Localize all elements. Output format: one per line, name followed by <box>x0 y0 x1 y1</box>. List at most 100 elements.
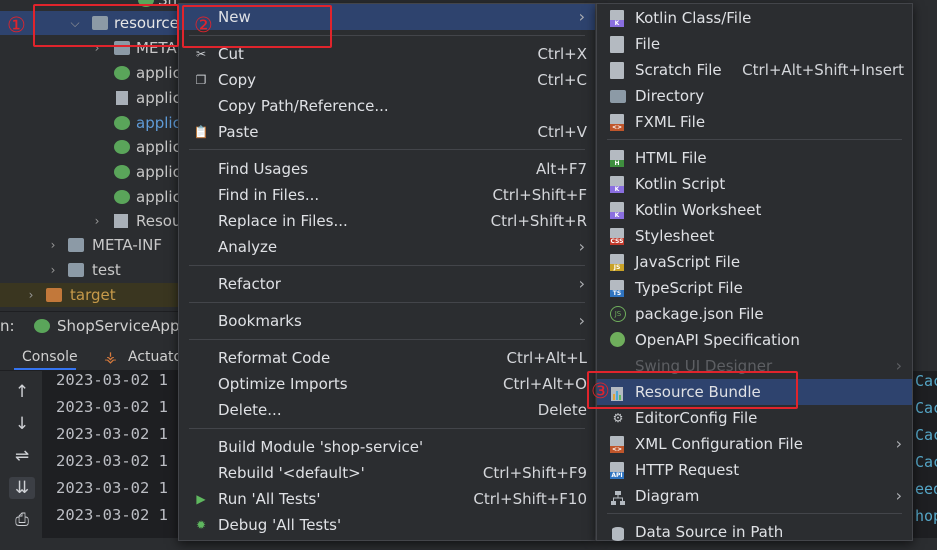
menu-item-rebuild[interactable]: Rebuild '<default>' Ctrl+Shift+F9 <box>179 460 595 486</box>
clipboard-icon: 📋 <box>193 125 209 139</box>
spring-config-icon <box>114 165 130 179</box>
menu-item-replace-in-files[interactable]: Replace in Files... Ctrl+Shift+R <box>179 208 595 234</box>
chevron-right-icon[interactable]: › <box>24 283 38 307</box>
actuator-icon: ⚶ <box>104 348 117 366</box>
menu-item-data-source-in-path[interactable]: Data Source in Path <box>597 519 912 545</box>
soft-wrap-icon[interactable]: ⇌ <box>9 445 35 467</box>
copy-icon: ❐ <box>195 73 207 87</box>
menu-item-kotlin-script[interactable]: K Kotlin Script <box>597 171 912 197</box>
menu-item-copy[interactable]: ❐ Copy Ctrl+C <box>179 67 595 93</box>
menu-item-diagram[interactable]: Diagram › <box>597 483 912 509</box>
menu-item-find-in-files[interactable]: Find in Files... Ctrl+Shift+F <box>179 182 595 208</box>
scroll-up-icon[interactable]: ↑ <box>9 381 35 403</box>
menu-item-html-file[interactable]: H HTML File <box>597 145 912 171</box>
resource-bundle-icon <box>114 214 128 228</box>
http-request-icon: API <box>610 462 624 479</box>
scroll-to-end-icon[interactable]: ⇊ <box>9 477 35 499</box>
scratch-file-icon <box>610 62 624 79</box>
tab-console[interactable]: Console <box>22 344 78 370</box>
tree-row-target[interactable]: › target <box>0 283 180 307</box>
menu-item-paste[interactable]: 📋 Paste Ctrl+V <box>179 119 595 145</box>
kotlin-file-icon: K <box>610 10 624 27</box>
console-fragment: hop <box>915 507 937 525</box>
menu-item-build-module[interactable]: Build Module 'shop-service' <box>179 434 595 460</box>
menu-item-reformat-code[interactable]: Reformat Code Ctrl+Alt+L <box>179 345 595 371</box>
spring-config-icon <box>114 190 130 204</box>
menu-item-http-request[interactable]: API HTTP Request <box>597 457 912 483</box>
menu-separator <box>189 302 585 303</box>
menu-item-kotlin-class-file[interactable]: K Kotlin Class/File <box>597 5 912 31</box>
submenu-arrow-icon: › <box>578 274 585 293</box>
menu-item-find-usages[interactable]: Find Usages Alt+F7 <box>179 156 595 182</box>
tree-row-application-4[interactable]: applic <box>0 135 181 159</box>
chevron-right-icon[interactable]: › <box>46 233 60 257</box>
menu-item-xml-configuration-file[interactable]: <> XML Configuration File › <box>597 431 912 457</box>
menu-item-optimize-imports[interactable]: Optimize Imports Ctrl+Alt+O <box>179 371 595 397</box>
nodejs-icon: JS <box>610 306 626 322</box>
chevron-right-icon[interactable]: › <box>46 258 60 282</box>
menu-item-file[interactable]: File <box>597 31 912 57</box>
menu-item-directory[interactable]: Directory <box>597 83 912 109</box>
menu-item-bookmarks[interactable]: Bookmarks › <box>179 308 595 334</box>
javascript-file-icon: JS <box>610 254 624 271</box>
menu-item-refactor[interactable]: Refactor › <box>179 271 595 297</box>
file-icon <box>116 91 128 105</box>
tree-row-application-5[interactable]: applic <box>0 160 181 184</box>
console-fragment: eedr <box>915 480 937 498</box>
folder-icon <box>68 263 84 277</box>
menu-item-run-all-tests[interactable]: ▶ Run 'All Tests' Ctrl+Shift+F10 <box>179 486 595 512</box>
tree-row-resource-bundle[interactable]: › Resou <box>0 209 182 233</box>
diagram-icon <box>610 488 626 505</box>
console-fragment: Cac <box>915 453 937 471</box>
tree-row-test[interactable]: › test <box>0 258 180 282</box>
tree-row-application-1[interactable]: applic <box>0 61 181 85</box>
folder-icon <box>68 238 84 252</box>
menu-item-fxml-file[interactable]: <> FXML File <box>597 109 912 135</box>
menu-separator <box>607 139 902 140</box>
tab-actuator[interactable]: Actuato <box>128 344 182 370</box>
menu-item-delete[interactable]: Delete... Delete <box>179 397 595 423</box>
menu-item-debug-all-tests[interactable]: ✹ Debug 'All Tests' <box>179 512 595 538</box>
scissors-icon: ✂ <box>195 47 207 61</box>
spring-config-icon <box>114 140 130 154</box>
run-icon: ▶ <box>196 492 206 506</box>
tree-row-application-2[interactable]: applic <box>0 86 181 110</box>
context-menu: New › ✂ Cut Ctrl+X ❐ Copy Ctrl+C Copy Pa… <box>178 3 596 541</box>
menu-item-analyze[interactable]: Analyze › <box>179 234 595 260</box>
spring-config-icon <box>114 66 130 80</box>
menu-item-typescript-file[interactable]: TS TypeScript File <box>597 275 912 301</box>
print-icon[interactable]: ⎙ <box>9 509 35 531</box>
menu-item-copy-path[interactable]: Copy Path/Reference... <box>179 93 595 119</box>
menu-separator <box>189 149 585 150</box>
submenu-arrow-icon: › <box>895 434 902 453</box>
console-line: 2023-03-02 1 <box>56 452 168 470</box>
menu-item-package-json-file[interactable]: JS package.json File <box>597 301 912 327</box>
submenu-arrow-icon: › <box>578 311 585 330</box>
tree-row-application-3[interactable]: applic <box>0 111 181 135</box>
run-config-tab[interactable]: ShopServiceAppl <box>57 312 184 340</box>
menu-separator <box>189 339 585 340</box>
menu-separator <box>607 513 902 514</box>
console-line: 2023-03-02 1 <box>56 479 168 497</box>
submenu-arrow-icon: › <box>578 7 585 26</box>
menu-item-stylesheet[interactable]: CSS Stylesheet <box>597 223 912 249</box>
kotlin-worksheet-icon: K <box>610 202 624 219</box>
openapi-icon <box>610 332 625 347</box>
annotation-number-1: ① <box>7 13 26 37</box>
excluded-folder-icon <box>46 288 62 302</box>
fxml-file-icon: <> <box>610 114 624 131</box>
menu-item-kotlin-worksheet[interactable]: K Kotlin Worksheet <box>597 197 912 223</box>
tree-row-application-6[interactable]: applic <box>0 185 181 209</box>
tree-row-meta-inf[interactable]: › META-INF <box>0 233 180 257</box>
chevron-right-icon[interactable]: › <box>90 209 104 233</box>
scroll-down-icon[interactable]: ↓ <box>9 413 35 435</box>
annotation-number-2: ② <box>194 13 213 37</box>
menu-item-javascript-file[interactable]: JS JavaScript File <box>597 249 912 275</box>
menu-separator <box>189 428 585 429</box>
menu-item-openapi-specification[interactable]: OpenAPI Specification <box>597 327 912 353</box>
console-line: 2023-03-02 1 <box>56 398 168 416</box>
menu-item-scratch-file[interactable]: Scratch File Ctrl+Alt+Shift+Insert <box>597 57 912 83</box>
run-tab-bar: Console ⚶ Actuato <box>0 344 182 371</box>
xml-file-icon: <> <box>610 436 624 453</box>
console-fragment: Cac <box>915 399 937 417</box>
